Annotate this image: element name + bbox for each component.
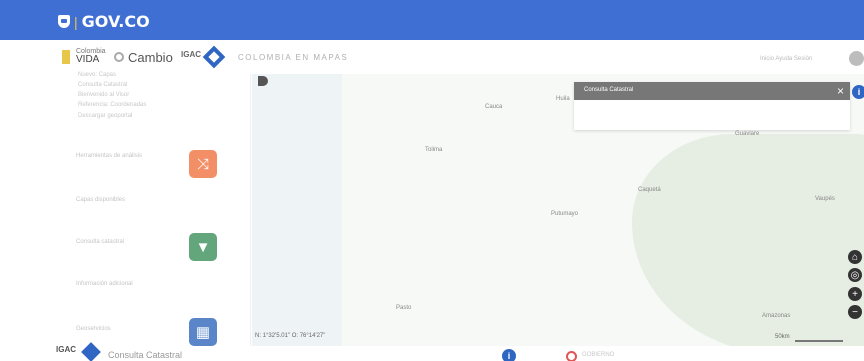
header-links[interactable]: Inicio Ayuda Sesión <box>760 56 812 62</box>
shuffle-icon: ⤨ <box>196 155 209 173</box>
locate-icon[interactable]: ◎ <box>848 268 862 282</box>
sidebar-item-tools-label: Herramientas de análisis <box>76 153 143 159</box>
map-place-label: Amazonas <box>762 313 791 319</box>
map-place-label: Cauca <box>485 104 503 110</box>
gov-co-logo[interactable]: | GOV.CO <box>58 12 150 31</box>
location-icon: ▼ <box>195 238 211 256</box>
government-logo-icon <box>566 351 577 361</box>
panel-title: Consulta Catastral <box>584 87 634 93</box>
app-title: COLOMBIA EN MAPAS <box>238 53 349 62</box>
cadastral-query-button[interactable]: ▼ <box>189 233 217 261</box>
coordinates-readout: N: 1°32'5.01" O: 76°14'27" <box>255 333 326 339</box>
gov-co-label: GOV.CO <box>81 12 150 31</box>
map-place-label: Vaupés <box>815 196 835 202</box>
footer-igac-text: IGAC <box>56 345 76 354</box>
cambio-logo-icon <box>114 52 124 62</box>
scale-bar <box>795 340 843 342</box>
map-place-label: Putumayo <box>551 211 579 217</box>
scale-label: 50km <box>775 334 790 340</box>
government-logo-text: GOBIERNO <box>582 352 615 358</box>
map-place-label: Pasto <box>396 305 412 311</box>
map-place-label: Guaviare <box>735 131 760 137</box>
sidebar-info-line: Consulta Catastral <box>78 82 128 88</box>
shield-icon <box>58 15 70 28</box>
cadastral-query-panel: Consulta Catastral × <box>574 82 850 130</box>
igac-logo-text: IGAC <box>181 50 201 59</box>
shuffle-tool-button[interactable]: ⤨ <box>189 150 217 178</box>
sidebar-info-line: Referencia: Coordenadas <box>78 102 147 108</box>
calendar-icon: ▦ <box>195 324 211 341</box>
panel-header: Consulta Catastral × <box>574 82 850 100</box>
close-icon[interactable]: × <box>837 84 844 98</box>
sidebar-toggle-handle[interactable] <box>258 76 268 86</box>
sidebar-info-line: Bienvenido al Visor <box>78 92 130 98</box>
footer-government-logo: GOBIERNO <box>566 349 626 361</box>
sidebar-info-line: Nuevo: Capas <box>78 72 117 78</box>
cambio-logo: Cambio <box>128 50 173 65</box>
sidebar-divider <box>250 74 251 346</box>
footer-info-icon[interactable]: i <box>502 349 516 361</box>
info-button[interactable]: i <box>852 85 864 99</box>
vida-logo: Colombia VIDA <box>76 48 106 65</box>
footer-title: Consulta Catastral <box>108 350 183 360</box>
zoom-in-button[interactable]: + <box>848 287 862 301</box>
map-place-label: Huila <box>556 96 570 102</box>
sidebar-item-info-label: Información adicional <box>76 281 133 287</box>
map-place-label: Tolima <box>425 147 443 153</box>
user-avatar[interactable] <box>849 51 864 66</box>
gov-separator: | <box>74 13 78 30</box>
map-sea <box>252 74 342 346</box>
zoom-out-button[interactable]: − <box>848 305 862 319</box>
vida-logo-mark <box>62 50 70 64</box>
home-icon[interactable]: ⌂ <box>848 250 862 264</box>
sidebar-info-line[interactable]: Descargar geoportal <box>78 113 132 119</box>
map-place-label: Caquetá <box>638 187 661 193</box>
geoservices-button[interactable]: ▦ <box>189 318 217 346</box>
sidebar-item-cadastral-label: Consulta catastral <box>76 239 125 245</box>
sidebar-item-layers-label: Capas disponibles <box>76 197 126 203</box>
map-land <box>632 134 864 346</box>
sidebar-item-services-label: Geoservicios <box>76 326 111 332</box>
